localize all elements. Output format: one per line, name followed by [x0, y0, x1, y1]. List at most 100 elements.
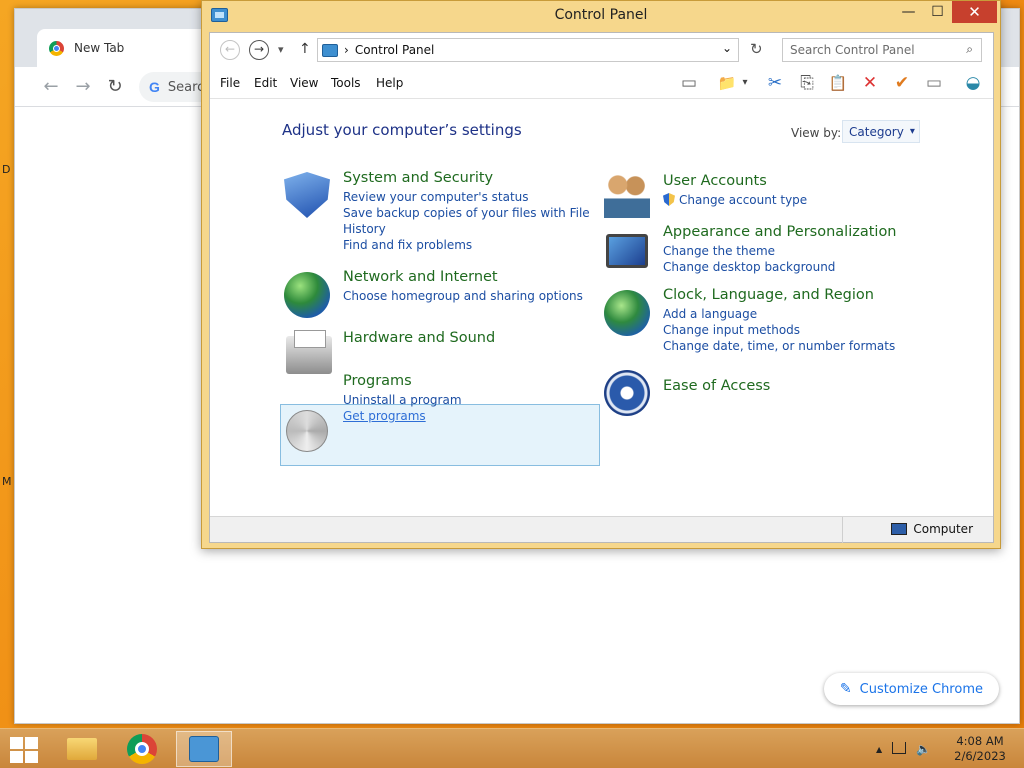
taskbar-file-explorer[interactable]	[54, 731, 110, 767]
network-internet-title[interactable]: Network and Internet	[343, 269, 583, 285]
taskbar-chrome[interactable]	[114, 731, 170, 767]
system-security-title[interactable]: System and Security	[343, 170, 590, 186]
chrome-reload-icon[interactable]: ↻	[103, 75, 127, 99]
layout-icon[interactable]: ▭	[676, 71, 702, 95]
folder-options-icon[interactable]: 📁	[714, 71, 740, 95]
system-tray: ▲ 🔈	[876, 742, 931, 756]
status-computer-label: Computer	[913, 522, 973, 536]
desktop-fragment-m: M	[2, 475, 12, 488]
clock-language-title[interactable]: Clock, Language, and Region	[663, 287, 895, 303]
view-by-dropdown[interactable]: Category ▾	[842, 120, 920, 143]
refresh-icon[interactable]: ↻	[750, 40, 763, 58]
search-input[interactable]: Search Control Panel ⌕	[782, 38, 982, 62]
user-accounts-title[interactable]: User Accounts	[663, 173, 807, 189]
copy-icon[interactable]: ⎘	[794, 71, 820, 95]
cut-icon[interactable]: ✂	[762, 71, 788, 95]
shell-icon[interactable]: ◒	[960, 71, 986, 95]
chrome-forward-icon[interactable]: →	[71, 75, 95, 99]
folder-dropdown-icon[interactable]: ▾	[738, 71, 752, 95]
window-title: Control Panel	[554, 7, 648, 23]
category-system-security: System and Security Review your computer…	[343, 170, 590, 253]
chrome-tab-title: New Tab	[74, 41, 125, 55]
ease-of-access-title[interactable]: Ease of Access	[663, 378, 770, 394]
taskbar-clock[interactable]: 4:08 AM 2/6/2023	[950, 734, 1010, 764]
category-appearance: Appearance and Personalization Change th…	[663, 224, 897, 275]
breadcrumb-control-panel[interactable]: Control Panel	[355, 43, 435, 57]
link-save-backup[interactable]: Save backup copies of your files with Fi…	[343, 205, 590, 221]
hardware-sound-icon[interactable]	[286, 330, 332, 374]
system-security-icon[interactable]	[284, 172, 330, 218]
minimize-button[interactable]: —	[894, 1, 923, 23]
link-find-fix-problems[interactable]: Find and fix problems	[343, 237, 590, 253]
view-by-label: View by:	[791, 126, 842, 140]
properties-icon[interactable]: ▭	[921, 71, 947, 95]
menu-bar: File Edit View Tools Help ▭ 📁 ▾ ✂ ⎘ 📋 ✕ …	[210, 66, 993, 99]
menu-tools[interactable]: Tools	[331, 76, 361, 90]
chrome-icon	[127, 734, 157, 764]
up-icon[interactable]: ↑	[299, 41, 311, 57]
check-icon[interactable]: ✔	[889, 71, 915, 95]
link-add-language[interactable]: Add a language	[663, 306, 895, 322]
address-dropdown-icon[interactable]: ⌄	[722, 41, 732, 55]
windows-logo-pane	[25, 751, 38, 763]
search-icon[interactable]: ⌕	[966, 42, 973, 57]
address-bar[interactable]: › Control Panel ⌄	[317, 38, 739, 62]
taskbar-control-panel[interactable]	[176, 731, 232, 767]
category-programs: Programs Uninstall a program Get program…	[343, 373, 462, 424]
menu-help[interactable]: Help	[376, 76, 403, 90]
link-change-background[interactable]: Change desktop background	[663, 259, 897, 275]
volume-icon[interactable]: 🔈	[916, 742, 931, 756]
link-homegroup[interactable]: Choose homegroup and sharing options	[343, 288, 583, 304]
close-button[interactable]: ✕	[952, 1, 997, 23]
recent-locations-icon[interactable]: ▾	[278, 43, 284, 56]
network-icon[interactable]	[892, 742, 907, 754]
programs-icon[interactable]	[286, 410, 328, 452]
window-titlebar[interactable]: Control Panel — ☐ ✕	[202, 1, 1000, 32]
appearance-title[interactable]: Appearance and Personalization	[663, 224, 897, 240]
ease-of-access-icon[interactable]	[604, 370, 650, 416]
programs-title[interactable]: Programs	[343, 373, 462, 389]
link-change-date-time[interactable]: Change date, time, or number formats	[663, 338, 895, 354]
network-internet-icon[interactable]	[284, 272, 330, 318]
category-user-accounts: User Accounts Change account type	[663, 173, 807, 208]
link-change-input-methods[interactable]: Change input methods	[663, 322, 895, 338]
change-account-type-label: Change account type	[679, 193, 808, 207]
forward-button[interactable]: →	[249, 40, 269, 60]
maximize-button[interactable]: ☐	[923, 1, 952, 23]
user-accounts-icon[interactable]	[604, 172, 650, 218]
status-computer: Computer	[891, 522, 973, 536]
chrome-back-icon[interactable]: ←	[39, 75, 63, 99]
start-button[interactable]	[10, 737, 38, 763]
pencil-icon: ✎	[839, 681, 852, 697]
menu-edit[interactable]: Edit	[254, 76, 277, 90]
customize-chrome-button[interactable]: ✎ Customize Chrome	[823, 673, 999, 705]
menu-file[interactable]: File	[220, 76, 240, 90]
tray-overflow-icon[interactable]: ▲	[876, 745, 882, 756]
delete-icon[interactable]: ✕	[857, 71, 883, 95]
customize-chrome-label: Customize Chrome	[859, 681, 983, 697]
chrome-tab-new-tab[interactable]: New Tab	[37, 29, 217, 67]
breadcrumb-separator-icon[interactable]: ›	[344, 43, 349, 57]
link-get-programs[interactable]: Get programs	[343, 408, 462, 424]
link-review-status[interactable]: Review your computer's status	[343, 189, 590, 205]
link-save-backup-history[interactable]: History	[343, 221, 590, 237]
clock-language-icon[interactable]	[604, 290, 650, 336]
page-heading: Adjust your computer’s settings	[282, 121, 522, 139]
status-separator	[842, 517, 843, 543]
address-row: ← → ▾ ↑ › Control Panel ⌄ ↻ Search Contr…	[210, 33, 993, 66]
appearance-icon[interactable]	[606, 234, 648, 268]
back-button[interactable]: ←	[220, 40, 240, 60]
windows-logo-pane	[10, 737, 23, 749]
menu-view[interactable]: View	[290, 76, 318, 90]
paste-icon[interactable]: 📋	[825, 71, 851, 95]
link-uninstall-program[interactable]: Uninstall a program	[343, 392, 462, 408]
search-placeholder: Search Control Panel	[790, 43, 915, 57]
link-change-theme[interactable]: Change the theme	[663, 243, 897, 259]
control-panel-icon	[322, 43, 338, 57]
hardware-sound-title[interactable]: Hardware and Sound	[343, 330, 495, 346]
control-panel-content: Adjust your computer’s settings View by:…	[210, 100, 993, 518]
clock-date: 2/6/2023	[954, 749, 1006, 763]
uac-shield-icon	[663, 193, 675, 206]
category-hardware-sound: Hardware and Sound	[343, 330, 495, 349]
link-change-account-type[interactable]: Change account type	[663, 192, 807, 208]
